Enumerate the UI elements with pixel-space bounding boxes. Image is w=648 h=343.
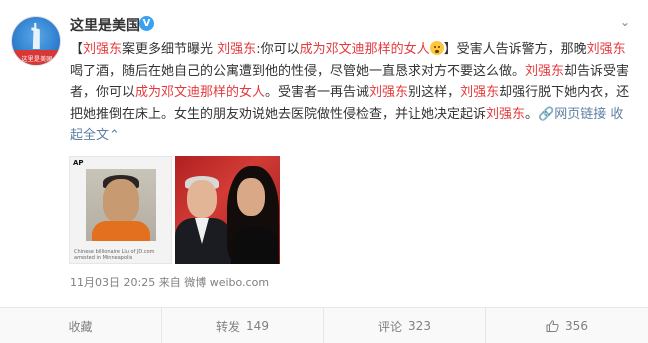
woman-face [237,178,265,216]
weibo-post-card: 这里是美国 这里是美国 V ⌄ 【刘强东案更多细节曝光 刘强东:你可以成为邓文迪… [0,0,648,343]
topic-link[interactable]: 刘强东 [525,64,564,79]
woman-dress [231,226,279,264]
repost-label: 转发 [216,319,241,334]
post-meta: 11月03日 20:25 来自 微博 weibo.com [70,274,269,290]
favorite-label: 收藏 [68,319,93,334]
verified-icon: V [139,16,154,31]
like-button[interactable]: 356 [486,308,648,343]
topic-link[interactable]: 成为邓文迪那样的女人 [135,85,265,100]
chevron-down-icon[interactable]: ⌄ [620,15,630,29]
topic-link[interactable]: 刘强东 [460,85,499,100]
mugshot-shirt [92,221,150,241]
comment-count: 323 [408,319,431,333]
text-link[interactable]: 🔗网页链接 [538,107,606,122]
avatar-text: 这里是美国 [21,56,53,63]
topic-link[interactable]: 刘强东 [486,107,525,122]
post-text: 【刘强东案更多细节曝光 刘强东:你可以成为邓文迪那样的女人 】受害人告诉警方，那晚… [70,39,630,147]
mugshot-face [103,179,139,223]
man-head [187,180,217,218]
topic-link[interactable]: 刘强东 [83,42,122,57]
repost-button[interactable]: 转发 149 [162,308,324,343]
post-text-fragment: 案更多细节曝光 [122,42,218,57]
topic-link[interactable]: 刘强东 [587,42,626,57]
post-photo-mugshot[interactable]: AP Chinese billionaire Liu of JD.com arr… [69,156,172,264]
topic-link[interactable]: 刘强东 [369,85,408,100]
topic-link[interactable]: 成为邓文迪那样的女人 [300,42,430,57]
post-text-fragment: 】受害人告诉警方，那晚 [443,42,587,57]
post-text-fragment: 别这样， [408,85,461,100]
favorite-button[interactable]: 收藏 [0,308,162,343]
topic-link[interactable]: 刘强东 [217,42,256,57]
post-photo-couple[interactable] [175,156,280,264]
source-prefix: 来自 [158,276,181,289]
post-text-fragment: :你可以 [256,42,300,57]
action-bar: 收藏 转发 149 评论 323 356 [0,307,648,343]
statue-of-liberty-icon [31,23,40,49]
text-link[interactable]: ⌃ [109,128,120,143]
post-text-fragment: 【 [70,42,84,57]
user-name[interactable]: 这里是美国 [70,15,140,35]
comment-button[interactable]: 评论 323 [324,308,486,343]
post-source[interactable]: 微博 weibo.com [184,276,269,289]
ap-logo: AP [73,159,84,167]
avatar[interactable]: 这里是美国 [11,16,61,66]
like-count: 356 [565,319,588,333]
post-text-fragment: 。 [525,106,539,122]
post-text-fragment: 喝了酒，随后在她自己的公寓遭到他的性侵，尽管她一直恳求对方不要这么做。 [70,63,526,79]
comment-label: 评论 [378,319,403,334]
post-date[interactable]: 11月03日 20:25 [70,276,155,289]
surprised-emoji-icon [429,41,444,55]
post-text-fragment: 。受害者一再告诫 [265,85,370,100]
repost-count: 149 [246,319,269,333]
photo-caption: Chinese billionaire Liu of JD.com arrest… [74,249,155,261]
thumbs-up-icon [546,320,559,332]
